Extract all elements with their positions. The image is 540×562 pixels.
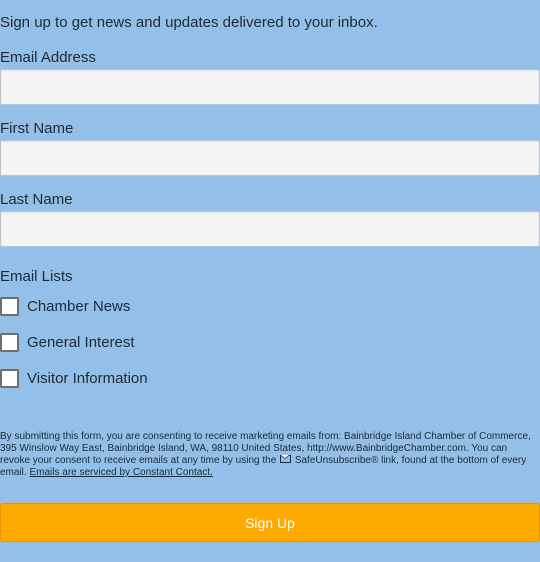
chamber-news-label: Chamber News (27, 297, 131, 315)
constant-contact-link[interactable]: Emails are serviced by Constant Contact. (29, 467, 212, 478)
first-name-field[interactable] (0, 140, 540, 176)
consent-text: By submitting this form, you are consent… (0, 431, 532, 479)
last-name-label: Last Name (0, 191, 73, 208)
email-label: Email Address (0, 49, 96, 66)
list-item-chamber-news[interactable]: Chamber News (0, 296, 130, 316)
sign-up-button[interactable]: Sign Up (0, 503, 540, 542)
list-item-visitor-information[interactable]: Visitor Information (0, 368, 148, 388)
general-interest-label: General Interest (27, 333, 135, 351)
visitor-information-label: Visitor Information (27, 369, 148, 387)
chamber-news-checkbox[interactable] (0, 296, 19, 316)
envelope-icon (280, 455, 292, 463)
visitor-information-checkbox[interactable] (0, 368, 19, 388)
last-name-field[interactable] (0, 211, 540, 247)
email-lists-label: Email Lists (0, 268, 73, 285)
list-item-general-interest[interactable]: General Interest (0, 332, 135, 352)
email-field[interactable] (0, 69, 540, 105)
general-interest-checkbox[interactable] (0, 332, 19, 352)
first-name-label: First Name (0, 120, 74, 137)
intro-text: Sign up to get news and updates delivere… (0, 14, 378, 31)
